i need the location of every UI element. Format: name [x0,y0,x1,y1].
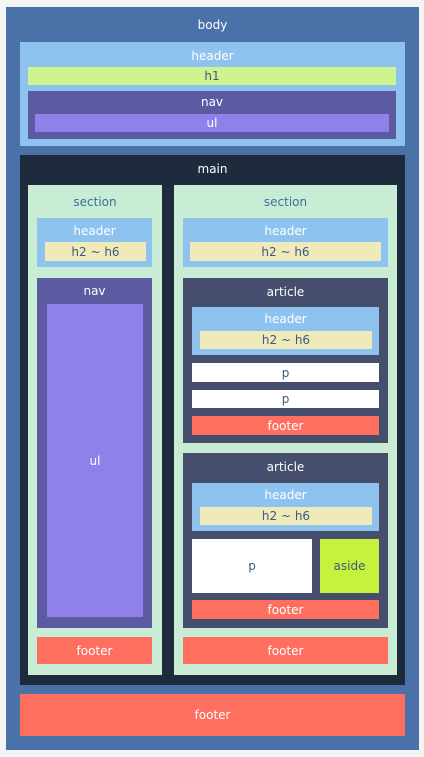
top-header-label: header [191,49,234,63]
article-1-paragraph-1: p [192,363,379,382]
section-left-header-label: header [73,224,116,238]
article-1-label: article [266,285,305,299]
article-2-paragraph: p [192,539,312,593]
article-2-footer-block: footer [192,600,379,619]
section-left-heading-block: h2 ~ h6 [45,242,146,261]
article-1-paragraph-2: p [192,390,379,408]
article-1-heading-block: h2 ~ h6 [200,331,372,349]
top-ul-block: ul [35,114,389,132]
article-2-label: article [266,460,305,474]
section-right-heading-block: h2 ~ h6 [190,242,381,261]
section-left-nav-label: nav [83,284,106,298]
top-nav-label: nav [200,95,224,109]
section-left-label: section [73,195,117,209]
article-2-aside-block: aside [320,539,379,593]
article-2-header-label: header [264,488,307,502]
article-1-header-label: header [264,312,307,326]
article-1-footer-block: footer [192,416,379,435]
section-right-label: section [263,195,308,209]
section-right-header-label: header [264,224,307,238]
section-left-footer-block: footer [37,637,152,664]
h1-block: h1 [28,67,396,85]
section-left-ul-block: ul [47,304,143,617]
body-label: body [197,18,228,32]
section-right-footer-block: footer [183,637,388,664]
article-2-heading-block: h2 ~ h6 [200,507,372,525]
page-footer-block: footer [20,694,405,736]
main-label: main [197,162,228,176]
